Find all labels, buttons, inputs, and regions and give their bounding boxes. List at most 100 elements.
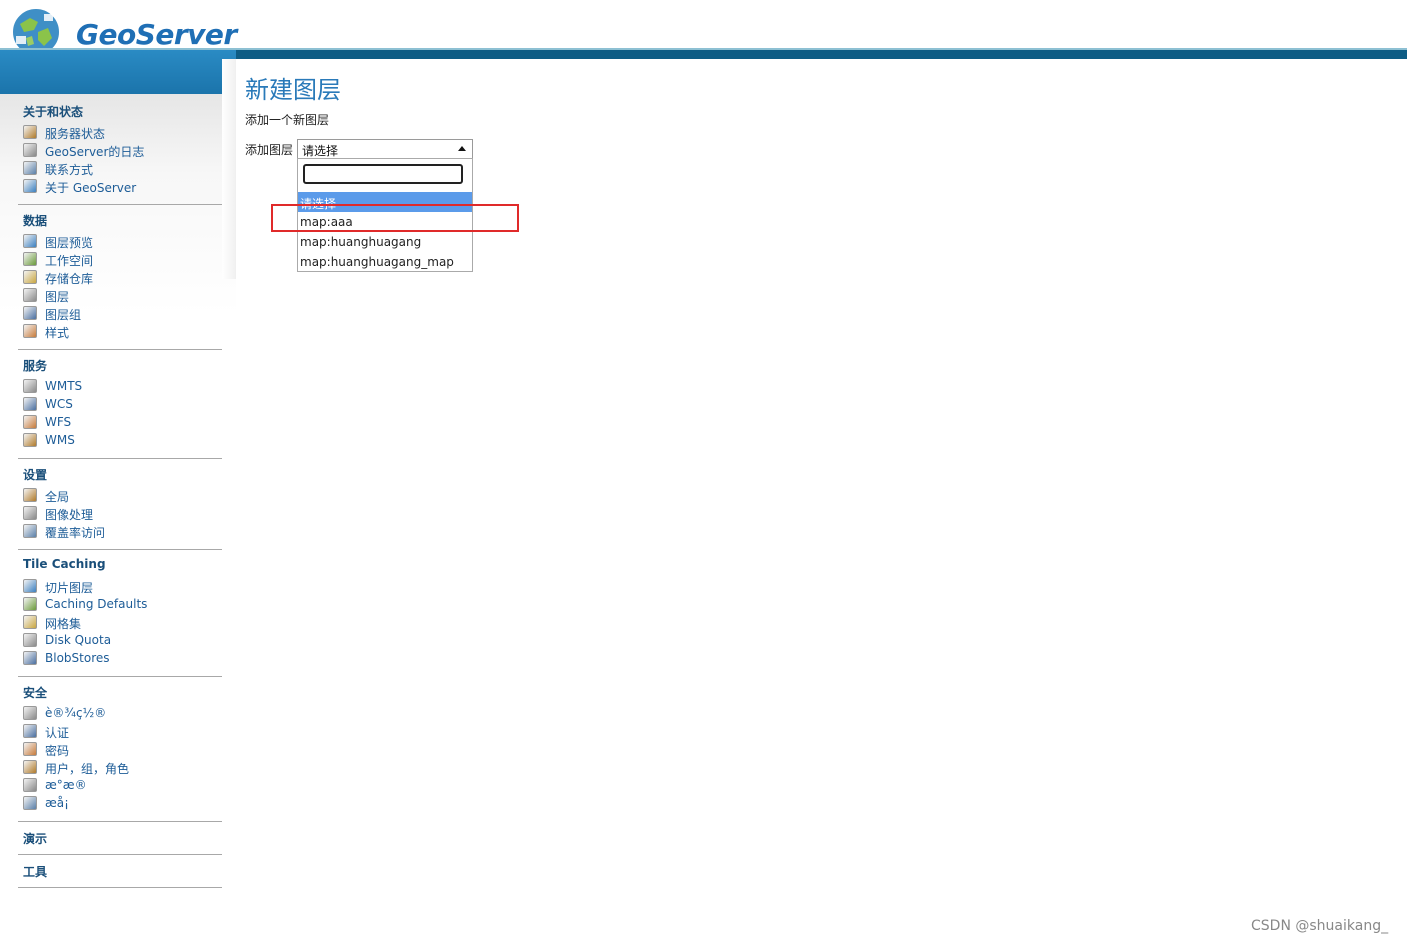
sidebar-item[interactable]: 存储仓库 (23, 269, 223, 287)
wmts-service-icon (23, 379, 37, 393)
sidebar-item[interactable]: 联系方式 (23, 160, 223, 178)
sidebar-item-label: 用户，组，角色 (45, 762, 130, 776)
sidebar-header-band (0, 50, 236, 94)
page-title: 新建图层 (245, 76, 341, 104)
sidebar-item[interactable]: æå¡ (23, 795, 223, 813)
image-processing-icon (23, 506, 37, 520)
wms-service-icon (23, 433, 37, 447)
sidebar-section-title: 安全 (23, 686, 48, 700)
sidebar-item-label: 全局 (45, 490, 70, 504)
sidebar-item-label: WFS (45, 415, 72, 429)
data-security-icon (23, 778, 37, 792)
sidebar-item[interactable]: 图层预览 (23, 233, 223, 251)
sidebar-item[interactable]: 图层组 (23, 305, 223, 323)
option-label: map:huanghuagang_map (300, 255, 454, 269)
sidebar-item[interactable]: 覆盖率访问 (23, 523, 223, 541)
sidebar-item-label: æå¡ (45, 796, 69, 810)
palette-icon (23, 324, 37, 338)
sidebar-item[interactable]: è®¾ç½® (23, 705, 223, 723)
sidebar-item-label: Caching Defaults (45, 597, 148, 611)
sidebar-item-label: 工作空间 (45, 254, 94, 268)
option-label: map:huanghuagang (300, 235, 422, 249)
layer-preview-icon (23, 234, 37, 248)
database-icon (23, 270, 37, 284)
sidebar-section-divider (18, 821, 222, 822)
sidebar-item[interactable]: 样式 (23, 323, 223, 341)
layer-group-icon (23, 306, 37, 320)
sidebar-section-title[interactable]: 演示 (23, 830, 47, 847)
add-layer-label: 添加图层 (245, 143, 294, 157)
sidebar-section-title[interactable]: 工具 (23, 863, 47, 880)
server-status-icon (23, 125, 37, 139)
sidebar-section-title: 关于和状态 (23, 105, 84, 119)
tile-layers-icon (23, 579, 37, 593)
sidebar-item[interactable]: 全局 (23, 487, 223, 505)
sidebar-section-divider (18, 854, 222, 855)
sidebar-item[interactable]: 图像处理 (23, 505, 223, 523)
service-security-icon (23, 796, 37, 810)
page-description: 添加一个新图层 (245, 113, 330, 127)
sidebar-section-divider (18, 349, 222, 350)
sidebar-item[interactable]: 用户，组，角色 (23, 759, 223, 777)
sidebar-item-label: BlobStores (45, 651, 110, 665)
sidebar-item-label: 图层组 (45, 308, 82, 322)
users-icon (23, 760, 37, 774)
logo-text: GeoServer (76, 18, 237, 51)
sidebar-item[interactable]: æ°æ® (23, 777, 223, 795)
globe-icon (23, 597, 37, 611)
sidebar-item-label: 样式 (45, 326, 70, 340)
wfs-service-icon (23, 415, 37, 429)
sidebar-item-label: 图层预览 (45, 236, 94, 250)
sidebar-item[interactable]: Caching Defaults (23, 596, 223, 614)
dropdown-option-map-huanghuagang[interactable]: map:huanghuagang (298, 232, 472, 252)
sidebar-item-label: GeoServer的日志 (45, 145, 145, 159)
sidebar-item[interactable]: WMTS (23, 378, 223, 396)
sidebar-item-label: 联系方式 (45, 163, 94, 177)
help-icon (23, 179, 37, 193)
shield-icon (23, 724, 37, 738)
sidebar-item[interactable]: BlobStores (23, 650, 223, 668)
sidebar-item[interactable]: 网格集 (23, 614, 223, 632)
dropdown-option-map-huanghuagang-map[interactable]: map:huanghuagang_map (298, 252, 472, 272)
geoserver-logo[interactable]: GeoServer (10, 6, 237, 57)
sidebar-item-label: 网格集 (45, 617, 82, 631)
sidebar-item[interactable]: 工作空间 (23, 251, 223, 269)
select-current-value: 请选择 (302, 144, 339, 158)
sidebar-section-title: 设置 (23, 468, 48, 482)
lock-icon (23, 742, 37, 756)
sidebar-item[interactable]: WMS (23, 432, 223, 450)
sidebar-section-divider (18, 676, 222, 677)
sidebar-section-divider (18, 204, 222, 205)
sidebar-item-label: 存储仓库 (45, 272, 94, 286)
blobstore-icon (23, 651, 37, 665)
sidebar-item-label: Disk Quota (45, 633, 112, 647)
add-layer-select[interactable]: 请选择 (297, 139, 473, 159)
sidebar-section-divider (18, 549, 222, 550)
sidebar-item[interactable]: 切片图层 (23, 578, 223, 596)
sidebar-item[interactable]: WCS (23, 396, 223, 414)
dropdown-search-input[interactable] (303, 164, 463, 184)
sidebar-item-label: æ°æ® (45, 778, 87, 792)
sidebar-item[interactable]: 服务器状态 (23, 124, 223, 142)
sidebar-item[interactable]: 密码 (23, 741, 223, 759)
sidebar-item[interactable]: Disk Quota (23, 632, 223, 650)
sidebar-item-label: 关于 GeoServer (45, 181, 137, 195)
sidebar-item[interactable]: 图层 (23, 287, 223, 305)
sidebar-section-divider (18, 458, 222, 459)
sidebar-item-label: WMTS (45, 379, 83, 393)
layer-icon (23, 288, 37, 302)
sidebar-item[interactable]: WFS (23, 414, 223, 432)
contact-card-icon (23, 161, 37, 175)
wcs-service-icon (23, 397, 37, 411)
sidebar-item[interactable]: 关于 GeoServer (23, 178, 223, 196)
dropdown-option-map-aaa[interactable]: map:aaa (298, 212, 472, 232)
dropdown-option-placeholder[interactable]: 请选择 (298, 192, 472, 212)
sidebar-item-label: 密码 (45, 744, 70, 758)
sidebar-item-label: WCS (45, 397, 73, 411)
disk-icon (23, 633, 37, 647)
folder-icon (23, 252, 37, 266)
sidebar-item[interactable]: 认证 (23, 723, 223, 741)
sidebar-item-label: 切片图层 (45, 581, 94, 595)
sidebar-section-title: Tile Caching (23, 557, 106, 571)
sidebar-item[interactable]: GeoServer的日志 (23, 142, 223, 160)
